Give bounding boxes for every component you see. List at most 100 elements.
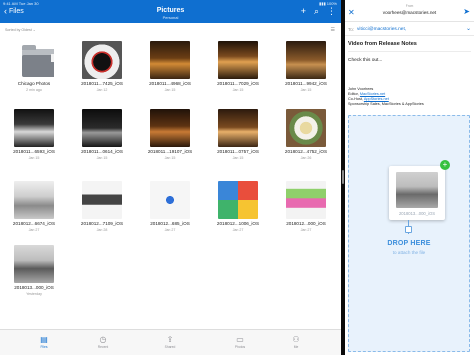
photo-thumbnail (286, 181, 326, 219)
tile-name: 2018011...7029_iOS (217, 81, 259, 86)
tile-date: Jan 27 (164, 228, 176, 232)
tile-date: Jan 15 (164, 88, 176, 92)
list-view-icon[interactable]: ☰ (331, 27, 335, 33)
files-icon: ▤ (40, 335, 48, 344)
dragged-file-name: 2018013...000_iOS (398, 211, 436, 216)
tab-label: Shared (164, 345, 176, 349)
tile-name: 2018012...4752_iOS (284, 149, 328, 154)
more-icon[interactable]: ⋮ (327, 7, 336, 16)
page-title: Pictures (156, 7, 185, 14)
tile-date: Jan 27 (232, 228, 244, 232)
to-field[interactable]: viticci@macstories.net, (357, 27, 406, 32)
photo-tile[interactable]: 2018012...4752_iOS Jan 26 (280, 109, 332, 169)
tile-name: 2018013...000_iOS (14, 285, 54, 290)
tab-files[interactable]: ▤ Files (29, 335, 59, 349)
photo-thumbnail (150, 41, 190, 79)
signature-sponsorship: Sponsorship Sales, MacStories & AppStori… (348, 102, 424, 106)
video-thumbnail (396, 172, 438, 208)
message-body[interactable]: Check this out... (348, 58, 471, 63)
photo-tile[interactable]: 2018011...0757_iOS Jan 15 (212, 109, 264, 169)
appstories-link[interactable]: AppStories.net (364, 97, 389, 101)
dragged-file-preview[interactable]: 2018013...000_iOS (389, 166, 445, 220)
tile-date: Yesterday (26, 292, 42, 296)
tile-name: 2018012...000_iOS (286, 221, 326, 226)
tile-date: Jan 28 (96, 228, 108, 232)
photo-tile[interactable]: 2018011...6593_iOS Jan 15 (8, 109, 60, 169)
photo-tile[interactable]: 2018012...7109_iOS Jan 28 (76, 181, 128, 241)
photo-tile[interactable]: 2018013...000_iOS Yesterday (8, 245, 60, 305)
add-icon[interactable]: + (301, 7, 306, 16)
photo-thumbnail (14, 109, 54, 147)
cohost-label: Co-Host, (348, 97, 363, 101)
photo-tile[interactable]: 2018011...9942_iOS Jan 15 (280, 41, 332, 101)
macstories-link[interactable]: MacStories.net (360, 92, 385, 96)
photos-icon: ▭ (236, 335, 244, 344)
tile-date: Jan 27 (28, 228, 40, 232)
signature: John Voorhees Editor, MacStories.net Co-… (348, 87, 471, 107)
subject-divider (348, 51, 471, 52)
tab-recent[interactable]: ◷ Recent (88, 335, 118, 349)
to-label: To: (348, 27, 355, 32)
send-icon[interactable]: ➤ (463, 7, 470, 16)
folder-title: Pictures Personal (0, 7, 341, 20)
files-nav-bar: 9:41 AM Tue Jan 30 ▮▮▮ 100% ‹ Files Pict… (0, 0, 341, 23)
photo-thumbnail (14, 245, 54, 283)
from-account-selector[interactable]: voorhees@macstories.net (345, 10, 474, 15)
shared-icon: ⇪ (166, 335, 174, 344)
photo-tile[interactable]: 2018011...4968_iOS Jan 15 (144, 41, 196, 101)
tile-name: 2018011...19107_iOS (147, 149, 193, 154)
photo-thumbnail (286, 109, 326, 147)
tile-name: 2018011...4968_iOS (149, 81, 191, 86)
tile-name: 2018011...0614_iOS (81, 149, 123, 154)
photo-thumbnail (82, 41, 122, 79)
drop-subtitle: to attach the file (392, 250, 426, 255)
attachment-drop-zone[interactable]: 2018013...000_iOS + DROP HERE to attach … (348, 115, 470, 352)
tile-date: Jan 15 (300, 88, 312, 92)
from-label: From (405, 4, 414, 8)
divider-handle[interactable] (342, 170, 344, 184)
tile-name: 2018011...0757_iOS (217, 149, 259, 154)
photo-tile[interactable]: 2018012...685_iOS Jan 27 (144, 181, 196, 241)
photo-tile[interactable]: 2018012...000_iOS Jan 27 (280, 181, 332, 241)
tile-date: Jan 15 (232, 88, 244, 92)
photo-thumbnail (14, 181, 54, 219)
tab-label: Recent (97, 345, 109, 349)
photo-thumbnail (218, 109, 258, 147)
tile-date: Jan 27 (300, 228, 312, 232)
compose-header: ✕ From voorhees@macstories.net ➤ (345, 0, 474, 22)
photo-thumbnail (150, 109, 190, 147)
drop-title: DROP HERE (387, 240, 431, 247)
sort-dropdown[interactable]: Sorted by Oldest ⌄ (5, 28, 36, 32)
tab-photos[interactable]: ▭ Photos (225, 335, 255, 349)
folder-icon (14, 41, 54, 79)
folder-tile[interactable]: Chicago Photos 2 min ago (8, 41, 60, 101)
tab-shared[interactable]: ⇪ Shared (155, 335, 185, 349)
chevron-down-icon[interactable]: ⌄ (466, 25, 471, 32)
photo-tile[interactable]: 2018012...6674_iOS Jan 27 (8, 181, 60, 241)
tile-date: Jan 26 (300, 156, 312, 160)
files-pane: 9:41 AM Tue Jan 30 ▮▮▮ 100% ‹ Files Pict… (0, 0, 341, 355)
compose-pane: ✕ From voorhees@macstories.net ➤ To: vit… (345, 0, 474, 355)
photo-tile[interactable]: 2018012...1006_iOS Jan 27 (212, 181, 264, 241)
photo-tile[interactable]: 2018011...7029_iOS Jan 15 (212, 41, 264, 101)
tile-date: Jan 15 (28, 156, 40, 160)
photo-tile[interactable]: 2018011...7425_iOS Jan 12 (76, 41, 128, 101)
photo-tile[interactable]: 2018011...19107_iOS Jan 15 (144, 109, 196, 169)
person-icon: ⚇ (292, 335, 300, 344)
tile-name: 2018012...6674_iOS (12, 221, 56, 226)
tab-label: Me (293, 345, 299, 349)
add-attachment-badge-icon: + (440, 160, 450, 170)
search-icon[interactable]: ⌕ (314, 7, 319, 16)
clock-icon: ◷ (99, 335, 107, 344)
photo-tile[interactable]: 2018011...0614_iOS Jan 15 (76, 109, 128, 169)
photo-thumbnail (218, 41, 258, 79)
status-time: 9:41 AM Tue Jan 30 (3, 1, 39, 6)
subject-field[interactable]: Video from Release Notes (348, 41, 471, 47)
sort-bar: Sorted by Oldest ⌄ ☰ (0, 23, 341, 35)
tile-date: Jan 15 (232, 156, 244, 160)
tab-label: Photos (234, 345, 246, 349)
tab-me[interactable]: ⚇ Me (281, 335, 311, 349)
tile-date: Jan 15 (96, 156, 108, 160)
tab-label: Files (40, 345, 48, 349)
tile-name: 2018011...7425_iOS (81, 81, 123, 86)
